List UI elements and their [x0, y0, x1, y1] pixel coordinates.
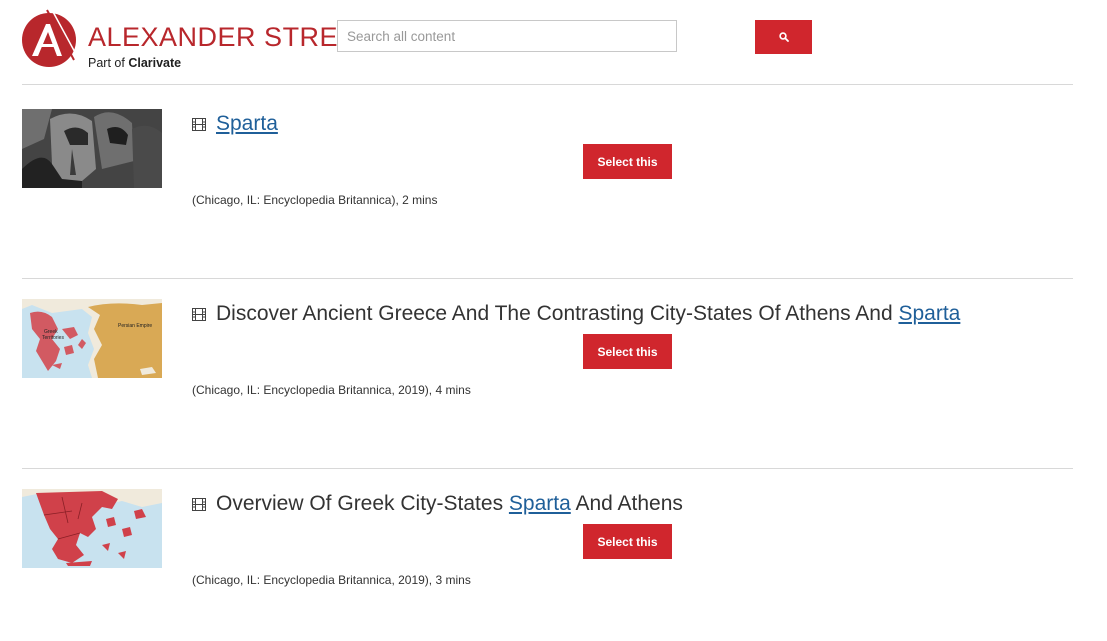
greek-city-states-map-image: [22, 489, 162, 568]
map-label-persian-empire: Persian Empire: [118, 323, 152, 329]
result-item: Overview Of Greek City-States Sparta And…: [22, 489, 1073, 609]
greece-persia-map-image: Greek Territories Persian Empire: [22, 299, 162, 378]
title-text-before: Overview Of Greek City-States: [216, 492, 509, 515]
select-this-button[interactable]: Select this: [583, 144, 672, 179]
title-text-after: And Athens: [570, 492, 683, 515]
brand-parent: Part of Clarivate: [88, 56, 181, 70]
result-meta: (Chicago, IL: Encyclopedia Britannica, 2…: [192, 573, 471, 587]
result-meta: (Chicago, IL: Encyclopedia Britannica, 2…: [192, 383, 471, 397]
result-thumbnail[interactable]: Greek Territories Persian Empire: [22, 299, 162, 378]
title-text-before: Discover Ancient Greece And The Contrast…: [216, 302, 899, 325]
title-link[interactable]: Sparta: [216, 112, 278, 135]
alexander-street-logo[interactable]: ALEXANDER STREET Part of Clarivate: [22, 8, 373, 72]
header-divider: [22, 84, 1073, 85]
result-divider: [22, 278, 1073, 279]
search-button[interactable]: [755, 20, 812, 54]
brand-name: ALEXANDER STREET: [88, 22, 374, 52]
title-link[interactable]: Sparta: [898, 302, 960, 325]
search-input[interactable]: [337, 20, 677, 52]
result-title: Discover Ancient Greece And The Contrast…: [192, 301, 960, 327]
result-item: Sparta Select this (Chicago, IL: Encyclo…: [22, 109, 1073, 229]
result-meta: (Chicago, IL: Encyclopedia Britannica), …: [192, 193, 438, 207]
brand-part-company: Clarivate: [128, 56, 182, 70]
spartan-helmet-image: [22, 109, 162, 188]
select-this-button[interactable]: Select this: [583, 524, 672, 559]
film-icon: [192, 118, 206, 131]
map-label-territories: Territories: [42, 335, 64, 341]
film-icon: [192, 308, 206, 321]
result-thumbnail[interactable]: [22, 109, 162, 188]
search-icon: [778, 32, 789, 42]
logo-mark-icon: [22, 9, 78, 67]
title-link[interactable]: Sparta: [509, 492, 571, 515]
film-icon: [192, 498, 206, 511]
result-item: Greek Territories Persian Empire Discove…: [22, 299, 1073, 419]
brand-part-prefix: Part of: [88, 56, 125, 70]
site-header: ALEXANDER STREET Part of Clarivate: [0, 0, 1107, 84]
result-thumbnail[interactable]: [22, 489, 162, 568]
result-title: Sparta: [192, 111, 278, 137]
result-title: Overview Of Greek City-States Sparta And…: [192, 491, 683, 517]
select-this-button[interactable]: Select this: [583, 334, 672, 369]
result-divider: [22, 468, 1073, 469]
